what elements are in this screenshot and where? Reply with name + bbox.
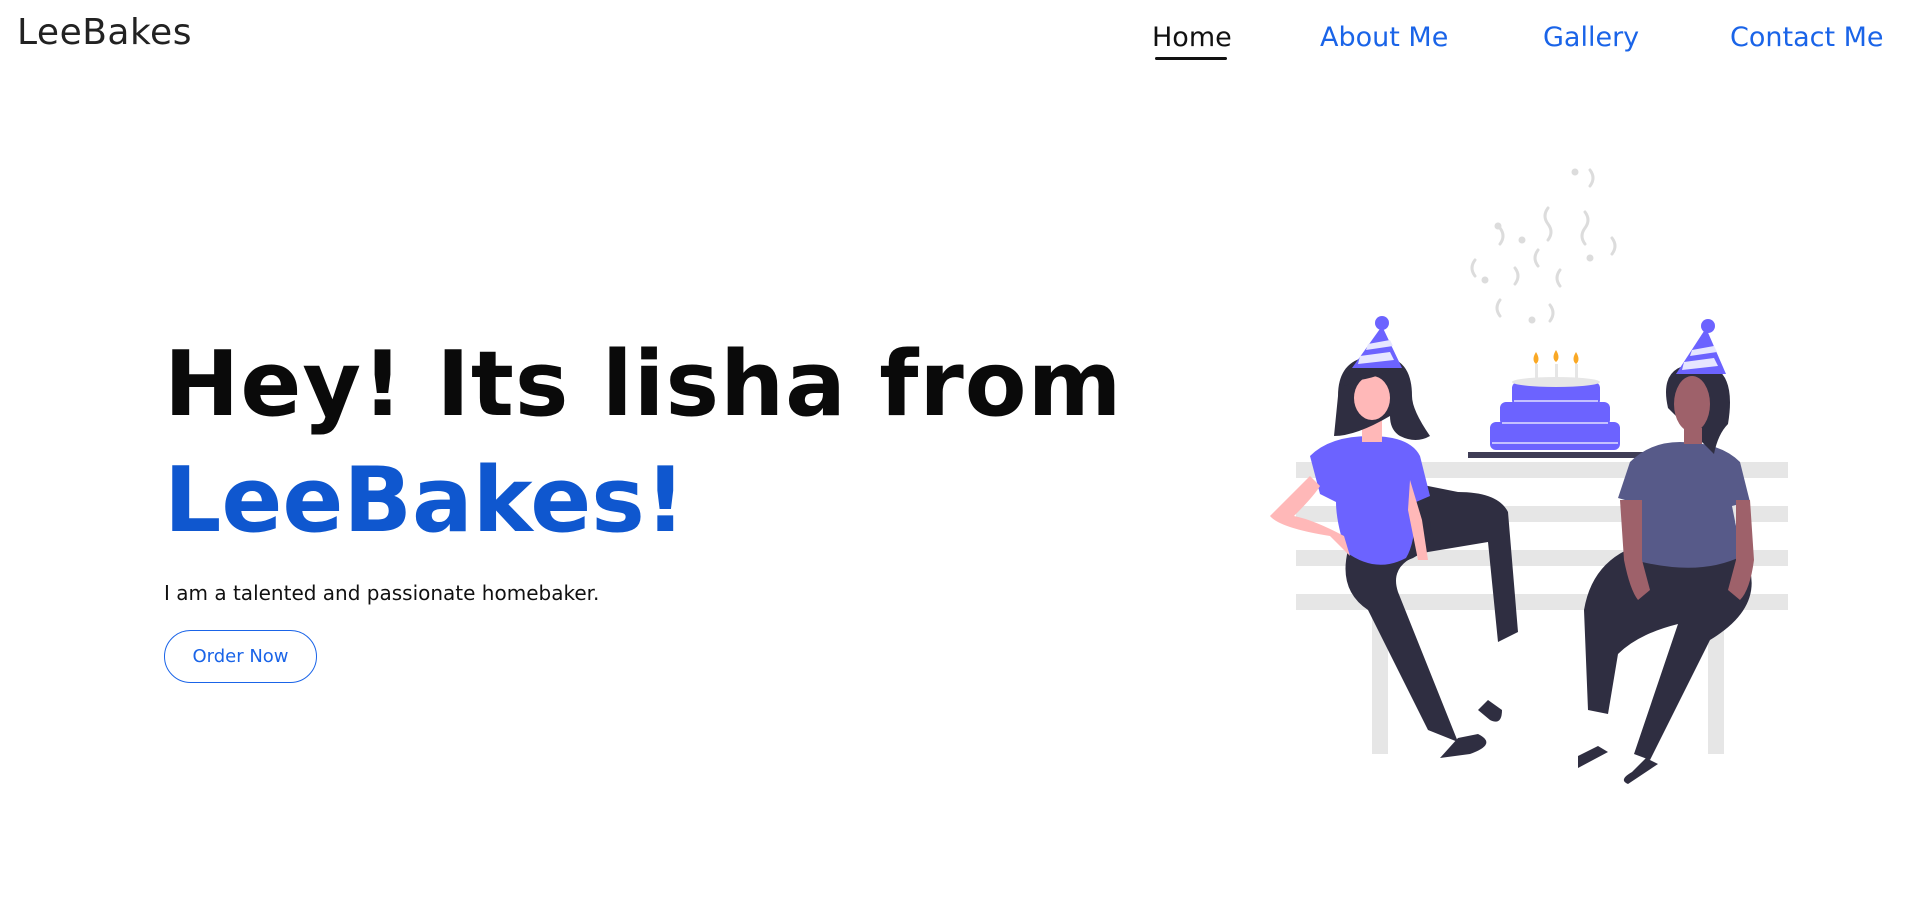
nav-home-link[interactable]: Home: [1152, 22, 1232, 53]
cake: [1490, 350, 1620, 450]
birthday-illustration: [1260, 160, 1800, 810]
table-top: [1468, 452, 1652, 458]
hero-brand-name: LeeBakes!: [164, 448, 686, 553]
landing-page: LeeBakes Home About Me Gallery Contact M…: [0, 0, 1920, 911]
person-left: [1270, 316, 1518, 758]
steam-decoration: [1470, 168, 1617, 324]
nav-gallery-link[interactable]: Gallery: [1543, 22, 1639, 53]
hero-title: Hey! Its lisha from: [164, 332, 1123, 437]
nav-about-link[interactable]: About Me: [1320, 22, 1448, 53]
hero-subtitle: I am a talented and passionate homebaker…: [164, 581, 600, 605]
nav-contact-link[interactable]: Contact Me: [1730, 22, 1884, 53]
nav-active-underline: [1155, 57, 1227, 60]
main-nav: Home About Me Gallery Contact Me: [0, 22, 1920, 62]
birthday-party-image: [1270, 168, 1788, 784]
order-now-button[interactable]: Order Now: [164, 630, 317, 683]
